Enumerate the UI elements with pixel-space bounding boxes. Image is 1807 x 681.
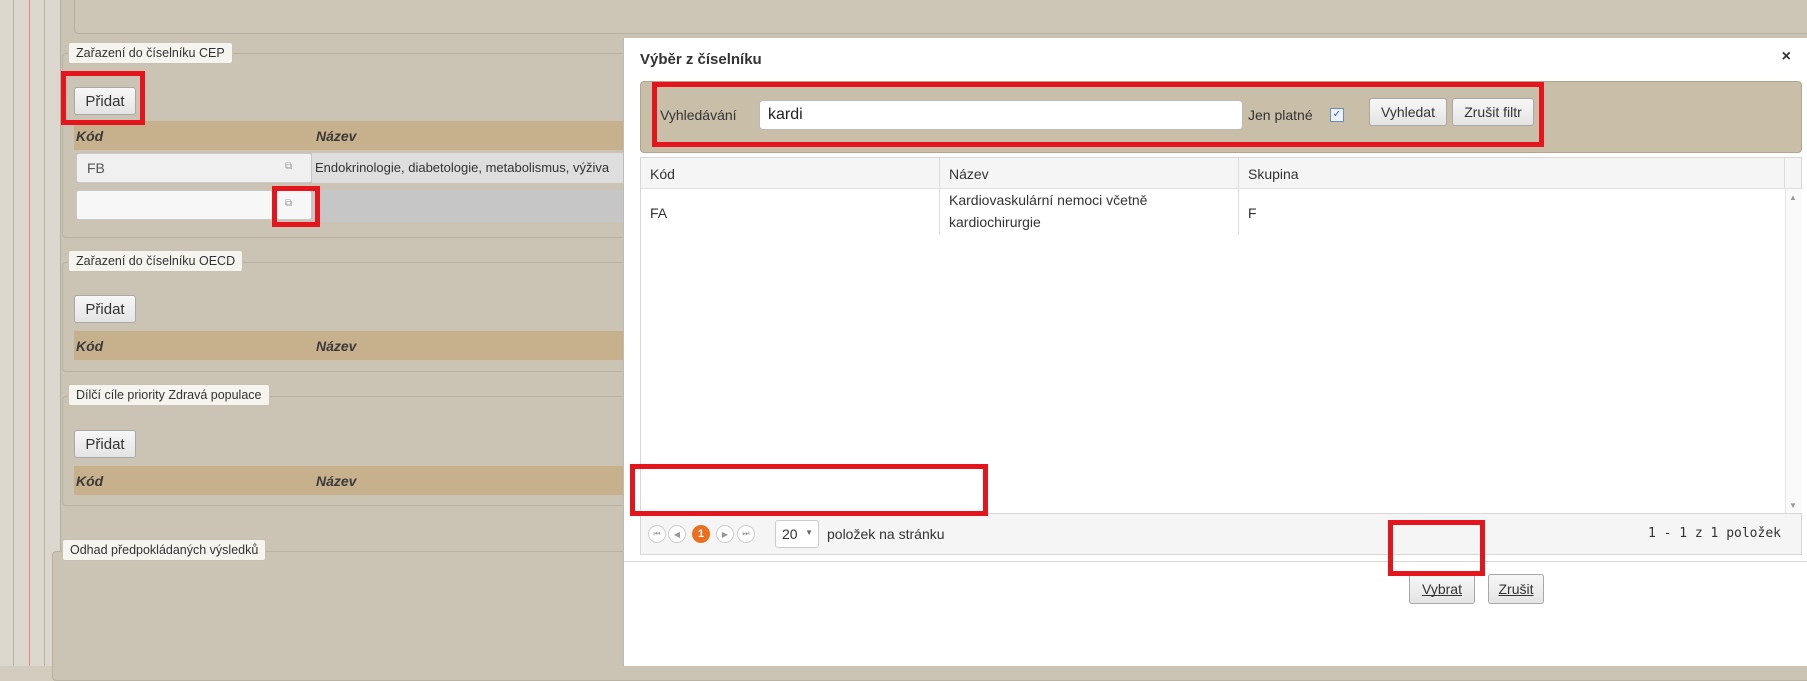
oecd-col-name: Název (316, 338, 357, 354)
grid-scrollbar[interactable]: ▲ ▼ (1785, 189, 1802, 514)
cep-col-name: Název (316, 128, 357, 144)
column-divider (1238, 189, 1239, 235)
highlight-search-bar (652, 82, 1544, 147)
per-page-label: položek na stránku (827, 526, 945, 542)
priority-add-button[interactable]: Přidat (74, 430, 136, 458)
select-button[interactable]: Vybrat (1409, 574, 1475, 604)
gutter-line-red (29, 0, 30, 666)
current-page[interactable]: 1 (692, 525, 710, 543)
grid-header: Kód Název Skupina (641, 158, 1801, 189)
grid-col-code[interactable]: Kód (650, 166, 675, 182)
cep-col-code: Kód (76, 128, 104, 144)
cancel-button[interactable]: Zrušit (1488, 574, 1544, 604)
last-page-icon[interactable]: ⏭ (737, 525, 755, 543)
row-group: F (1248, 205, 1257, 221)
row-name-line2: kardiochirurgie (949, 214, 1041, 230)
left-gutter (0, 0, 60, 666)
row-name-line1: Kardiovaskulární nemoci včetně (949, 192, 1148, 208)
oecd-add-button[interactable]: Přidat (74, 295, 136, 323)
column-divider (939, 189, 940, 235)
next-page-icon[interactable]: ▶ (716, 525, 734, 543)
dialog-footer-divider (624, 561, 1807, 562)
priority-legend: Dílčí cíle priority Zdravá populace (68, 384, 270, 406)
pager-summary: 1 - 1 z 1 položek (1647, 526, 1781, 541)
highlight-select-button (1388, 520, 1485, 576)
top-section-strip (74, 0, 1807, 34)
cep-row1-name: Endokrinologie, diabetologie, metabolism… (315, 160, 610, 175)
highlight-add-button (61, 71, 145, 125)
gutter-line (13, 0, 14, 666)
page-size-select[interactable]: 20 ▼ (775, 520, 819, 548)
cep-legend: Zařazení do číselníku CEP (68, 42, 233, 64)
dialog-title: Výběr z číselníku (640, 51, 762, 68)
prev-page-icon[interactable]: ◀ (668, 525, 686, 543)
page-size-value: 20 (782, 526, 798, 542)
scroll-up-icon[interactable]: ▲ (1789, 193, 1797, 202)
grid-col-group[interactable]: Skupina (1248, 166, 1299, 182)
column-divider (1238, 158, 1239, 188)
oecd-legend: Zařazení do číselníku OECD (68, 250, 244, 272)
oecd-col-code: Kód (76, 338, 104, 354)
highlight-pager (630, 464, 988, 516)
row-code: FA (650, 205, 668, 221)
results-legend: Odhad předpokládaných výsledků (62, 539, 267, 561)
column-divider (939, 158, 940, 188)
priority-col-name: Název (316, 473, 357, 489)
chevron-down-icon: ▼ (805, 528, 813, 537)
highlight-lookup-icon (272, 186, 320, 227)
cep-row1-code-field[interactable]: FB ⧉ (76, 153, 312, 183)
dialog-titlebar: Výběr z číselníku × (624, 38, 1807, 80)
close-icon[interactable]: × (1782, 48, 1791, 66)
column-divider (1784, 158, 1785, 188)
gutter-line (44, 0, 45, 666)
grid-col-name[interactable]: Název (949, 166, 989, 182)
first-page-icon[interactable]: ⏮ (648, 525, 666, 543)
table-row[interactable]: FA Kardiovaskulární nemoci včetně kardio… (641, 189, 1785, 235)
lookup-icon[interactable]: ⧉ (285, 161, 297, 172)
pager: ⏮ ◀ 1 ▶ ⏭ 20 ▼ položek na stránku 1 - 1 … (640, 513, 1802, 555)
priority-col-code: Kód (76, 473, 104, 489)
scroll-down-icon[interactable]: ▼ (1789, 501, 1797, 510)
codebook-dialog: Výběr z číselníku × Vyhledávání kardi Je… (623, 38, 1807, 666)
cep-row1-code: FB (87, 160, 105, 176)
